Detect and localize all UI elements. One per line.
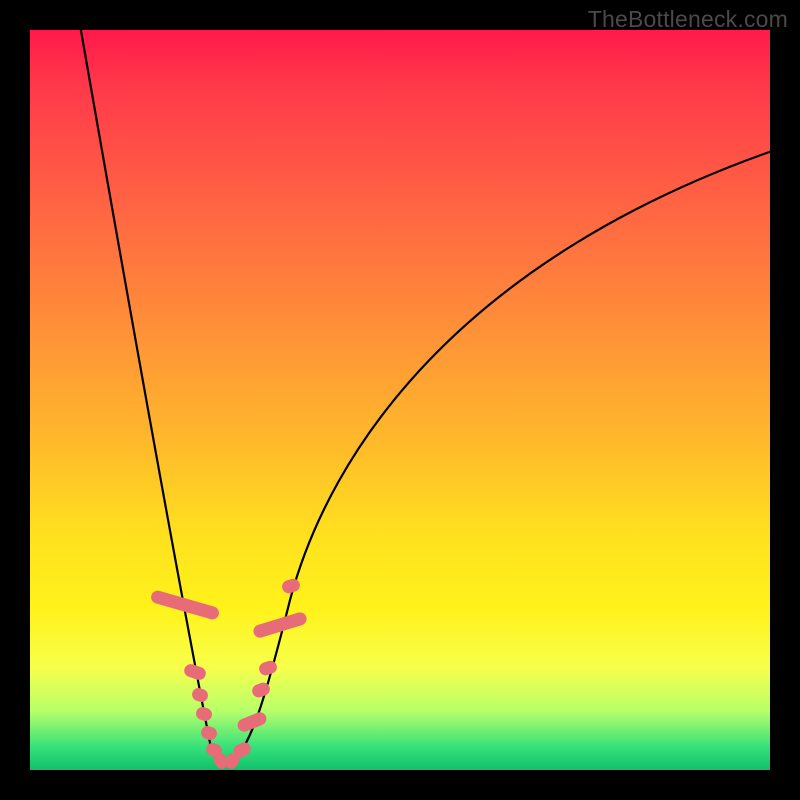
data-marker <box>183 662 208 681</box>
chart-frame: TheBottleneck.com <box>0 0 800 800</box>
watermark-text: TheBottleneck.com <box>588 6 788 33</box>
bottleneck-curve-left <box>80 25 222 763</box>
bottleneck-curve-right <box>230 150 775 763</box>
data-marker <box>280 577 301 595</box>
data-marker <box>257 659 278 677</box>
plot-area <box>30 30 770 770</box>
data-marker <box>190 686 209 703</box>
curve-layer <box>30 30 770 770</box>
data-marker <box>194 705 213 722</box>
marker-group <box>150 577 309 771</box>
data-marker <box>199 724 218 741</box>
